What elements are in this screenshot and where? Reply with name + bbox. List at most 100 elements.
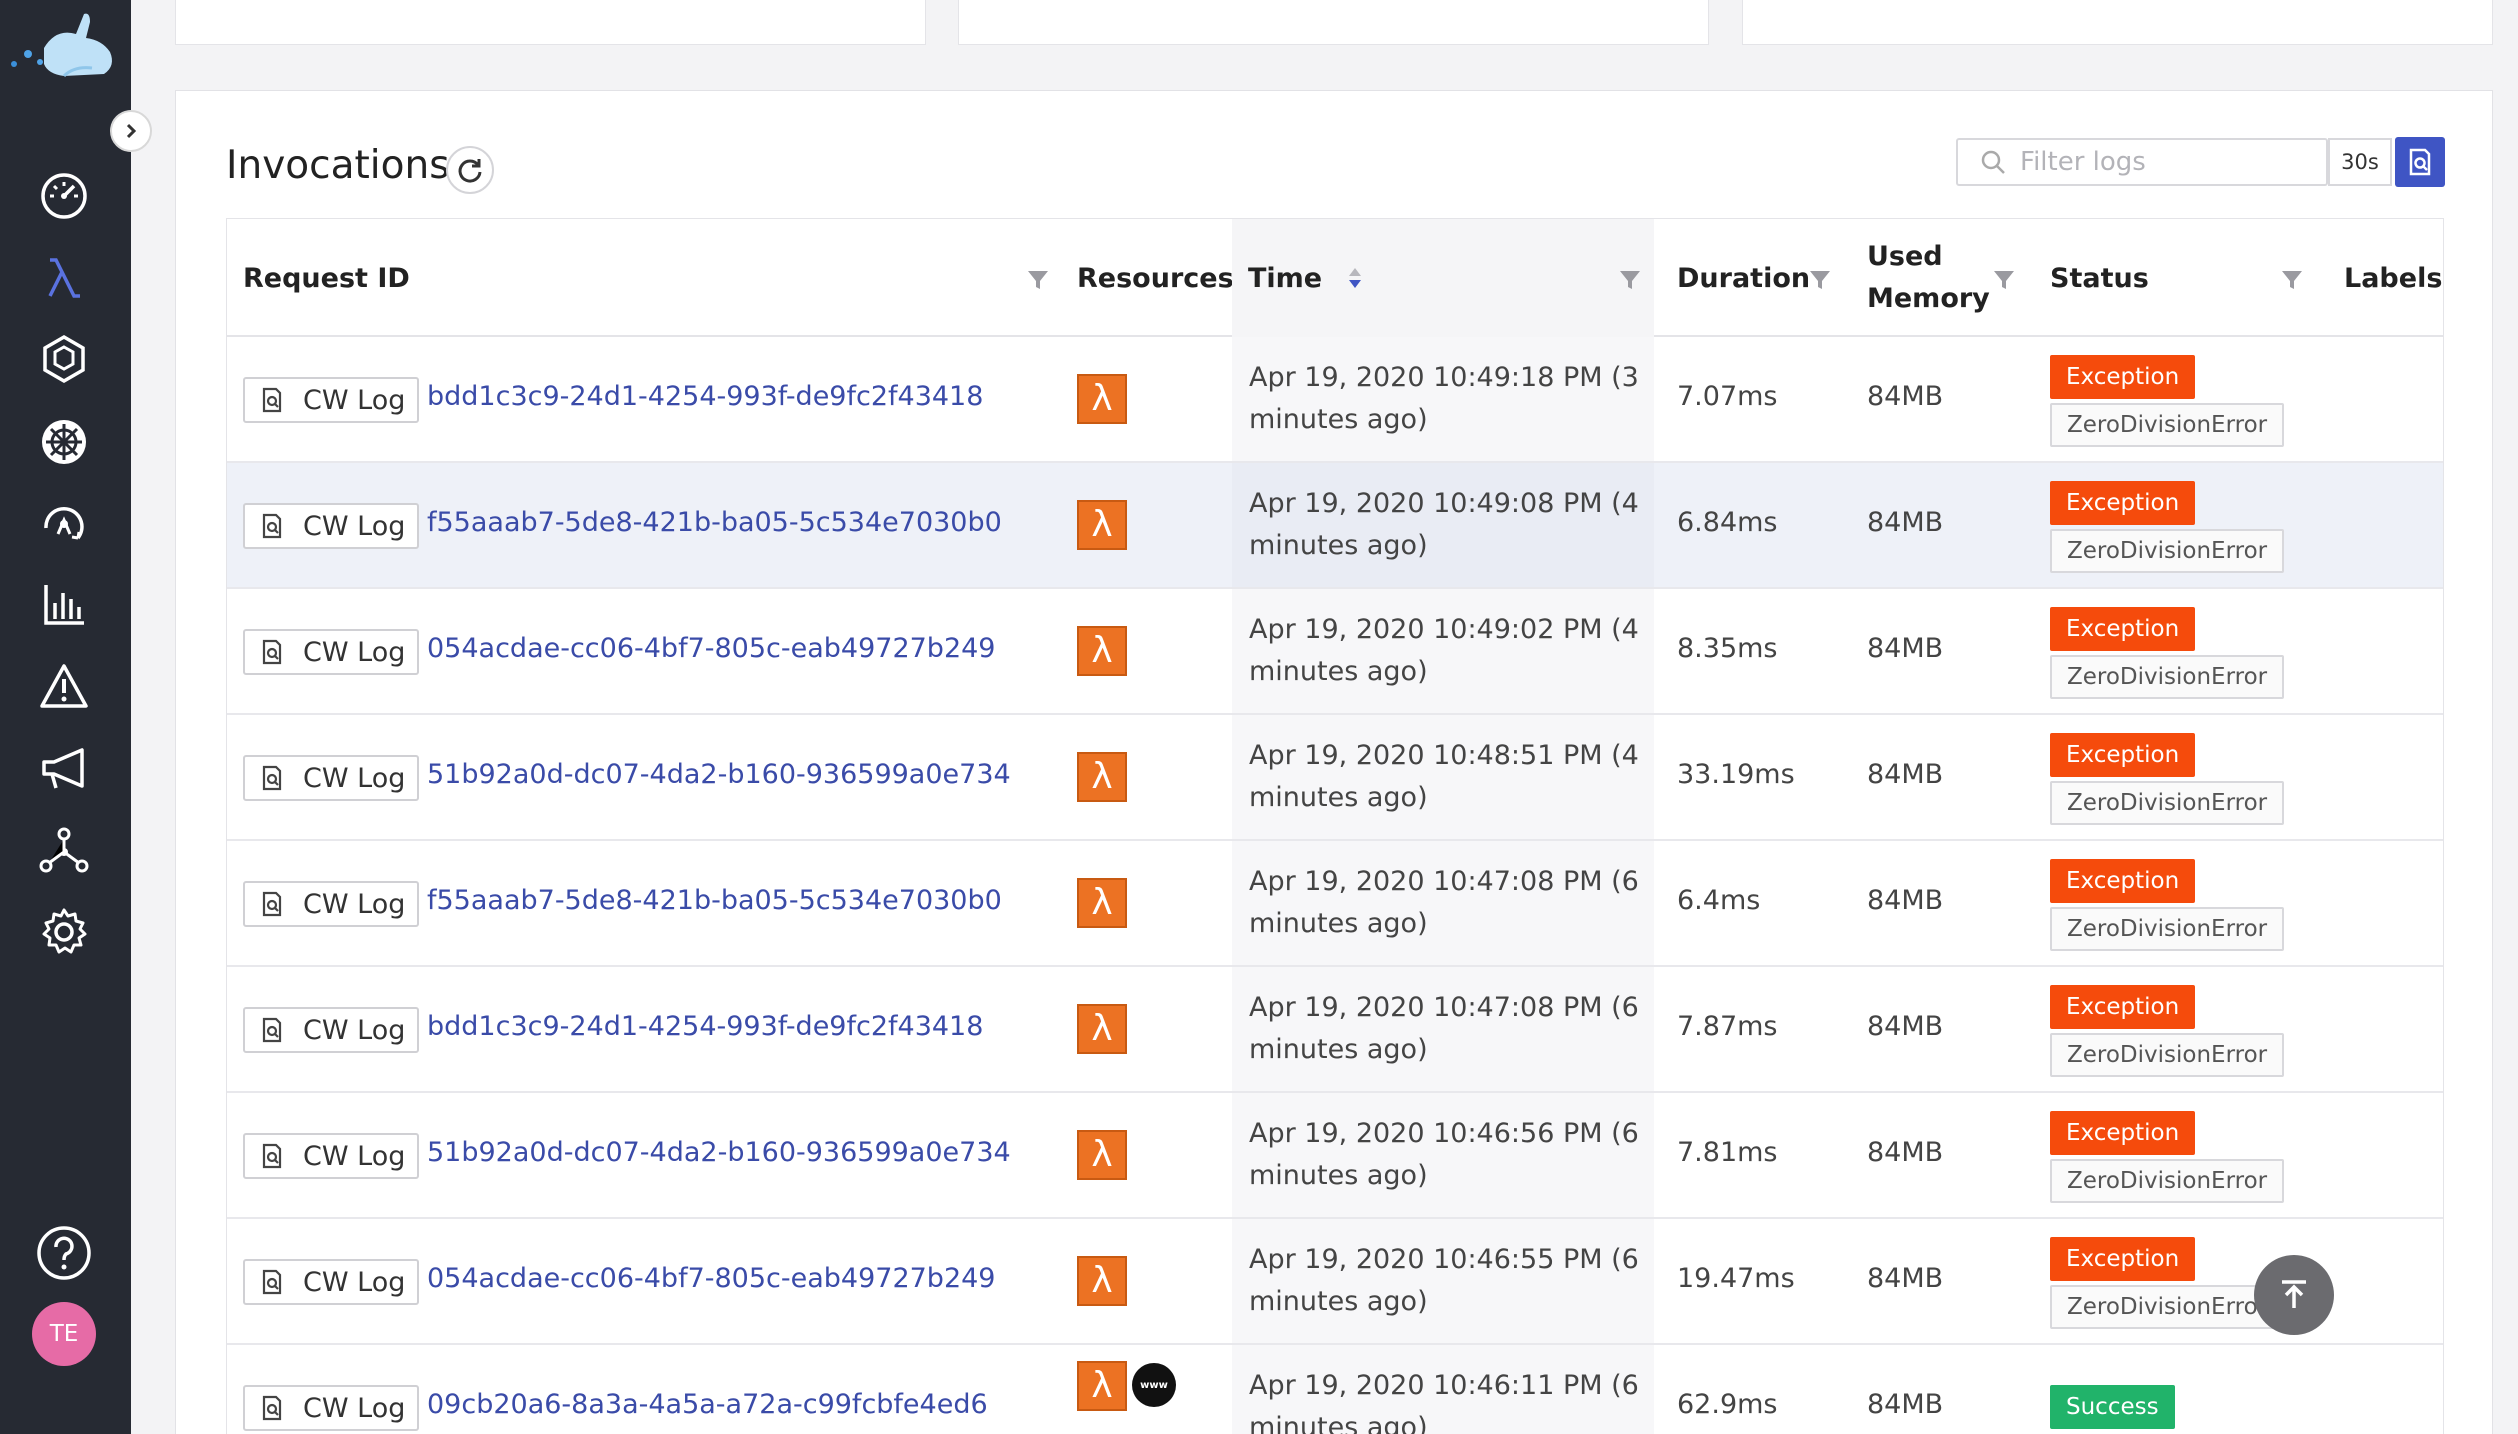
- table-row[interactable]: CW Log 51b92a0d-dc07-4da2-b160-936599a0e7…: [227, 715, 2443, 841]
- table-row[interactable]: CW Log bdd1c3c9-24d1-4254-993f-de9fc2f434…: [227, 967, 2443, 1093]
- error-type-tag[interactable]: ZeroDivisionError: [2050, 403, 2285, 447]
- request-id-link[interactable]: 09cb20a6-8a3a-4a5a-a72a-c99fcbfe4ed6: [427, 1389, 988, 1420]
- request-id-link[interactable]: 054acdae-cc06-4bf7-805c-eab49727b249: [427, 1263, 995, 1294]
- column-header-request-id[interactable]: Request ID: [243, 219, 410, 337]
- filter-funnel-icon[interactable]: [1993, 269, 2015, 291]
- request-id-link[interactable]: bdd1c3c9-24d1-4254-993f-de9fc2f43418: [427, 381, 983, 412]
- lambda-resource-icon[interactable]: λ: [1077, 1004, 1127, 1054]
- status-badge[interactable]: Exception: [2050, 1237, 2196, 1281]
- lambda-resource-icon[interactable]: λ: [1077, 1256, 1127, 1306]
- summary-card: [958, 0, 1709, 45]
- request-id-link[interactable]: f55aaab7-5de8-421b-ba05-5c534e7030b0: [427, 885, 1002, 916]
- memory-cell: 84MB: [1867, 1263, 1944, 1294]
- cw-log-button[interactable]: CW Log: [243, 1007, 419, 1053]
- duration-cell: 33.19ms: [1677, 759, 1795, 790]
- lambda-resource-icon[interactable]: λ: [1077, 1130, 1127, 1180]
- filter-funnel-icon[interactable]: [1619, 269, 1641, 291]
- cw-log-button[interactable]: CW Log: [243, 1133, 419, 1179]
- error-type-tag[interactable]: ZeroDivisionError: [2050, 529, 2285, 573]
- lambda-resource-icon[interactable]: λ: [1077, 1361, 1127, 1411]
- page-title: Invocations: [226, 143, 450, 188]
- status-badge[interactable]: Exception: [2050, 859, 2196, 903]
- status-badge[interactable]: Exception: [2050, 355, 2196, 399]
- cw-log-label: CW Log: [303, 510, 406, 542]
- table-row[interactable]: CW Log 054acdae-cc06-4bf7-805c-eab49727b2…: [227, 589, 2443, 715]
- lambda-resource-icon[interactable]: λ: [1077, 374, 1127, 424]
- log-search-icon: [262, 639, 282, 665]
- filter-funnel-icon[interactable]: [1809, 269, 1831, 291]
- sidebar-item-alerts[interactable]: [36, 659, 92, 715]
- request-id-link[interactable]: f55aaab7-5de8-421b-ba05-5c534e7030b0: [427, 507, 1002, 538]
- table-row[interactable]: CW Log f55aaab7-5de8-421b-ba05-5c534e7030…: [227, 841, 2443, 967]
- error-type-tag[interactable]: ZeroDivisionError: [2050, 781, 2285, 825]
- table-row[interactable]: CW Log f55aaab7-5de8-421b-ba05-5c534e7030…: [227, 463, 2443, 589]
- cw-log-button[interactable]: CW Log: [243, 881, 419, 927]
- error-type-tag[interactable]: ZeroDivisionError: [2050, 1033, 2285, 1077]
- scroll-to-top-button[interactable]: [2254, 1255, 2334, 1335]
- table-row[interactable]: CW Log 51b92a0d-dc07-4da2-b160-936599a0e7…: [227, 1093, 2443, 1219]
- request-id-link[interactable]: bdd1c3c9-24d1-4254-993f-de9fc2f43418: [427, 1011, 983, 1042]
- status-badge[interactable]: Success: [2050, 1385, 2175, 1429]
- column-header-resources: Resources: [1077, 262, 1234, 294]
- refresh-button[interactable]: [446, 146, 494, 194]
- sidebar-item-architecture[interactable]: [36, 496, 92, 552]
- sort-icon[interactable]: [1346, 265, 1364, 291]
- sidebar-item-announcements[interactable]: [36, 740, 92, 796]
- sidebar-item-settings[interactable]: [36, 904, 92, 960]
- status-badge[interactable]: Exception: [2050, 481, 2196, 525]
- sidebar-item-resources[interactable]: [36, 331, 92, 387]
- logo-icon[interactable]: [4, 8, 122, 84]
- table-row[interactable]: CW Log bdd1c3c9-24d1-4254-993f-de9fc2f434…: [227, 337, 2443, 463]
- filter-logs-input[interactable]: [2020, 147, 2300, 177]
- cw-log-button[interactable]: CW Log: [243, 377, 419, 423]
- live-tail-button[interactable]: [2395, 137, 2445, 187]
- cw-log-button[interactable]: CW Log: [243, 755, 419, 801]
- cw-log-button[interactable]: CW Log: [243, 1385, 419, 1431]
- sidebar-item-dashboard[interactable]: [36, 168, 92, 224]
- sidebar-item-functions[interactable]: [36, 250, 92, 306]
- error-type-tag[interactable]: ZeroDivisionError: [2050, 1159, 2285, 1203]
- time-cell: Apr 19, 2020 10:46:56 PM (6 minutes ago): [1249, 1118, 1639, 1191]
- table-header: Request ID Resources Time Duration Used …: [227, 219, 2443, 337]
- cw-log-button[interactable]: CW Log: [243, 503, 419, 549]
- sidebar-item-metrics[interactable]: [36, 577, 92, 633]
- www-resource-icon[interactable]: www: [1132, 1363, 1176, 1407]
- help-button[interactable]: [36, 1225, 92, 1281]
- memory-cell: 84MB: [1867, 633, 1944, 664]
- filter-funnel-icon[interactable]: [1027, 269, 1049, 291]
- sidebar-collapse-button[interactable]: [110, 110, 152, 152]
- refresh-interval-select[interactable]: 30s: [2328, 138, 2392, 186]
- status-badge[interactable]: Exception: [2050, 985, 2196, 1029]
- lambda-icon: [48, 258, 80, 298]
- status-badge[interactable]: Exception: [2050, 733, 2196, 777]
- duration-cell: 19.47ms: [1677, 1263, 1795, 1294]
- column-header-used-memory[interactable]: Used Memory: [1867, 219, 1990, 337]
- error-type-tag[interactable]: ZeroDivisionError: [2050, 907, 2285, 951]
- column-header-duration[interactable]: Duration: [1677, 219, 1810, 337]
- column-header-status[interactable]: Status: [2050, 219, 2149, 337]
- lambda-resource-icon[interactable]: λ: [1077, 626, 1127, 676]
- table-row[interactable]: CW Log 09cb20a6-8a3a-4a5a-a72a-c99fcbfe4e…: [227, 1345, 2443, 1434]
- table-row[interactable]: CW Log 054acdae-cc06-4bf7-805c-eab49727b2…: [227, 1219, 2443, 1345]
- memory-cell: 84MB: [1867, 1389, 1944, 1420]
- arrow-up-icon: [2282, 1280, 2306, 1308]
- cw-log-button[interactable]: CW Log: [243, 1259, 419, 1305]
- filter-funnel-icon[interactable]: [2281, 269, 2303, 291]
- status-badge[interactable]: Exception: [2050, 607, 2196, 651]
- sidebar-item-kubernetes[interactable]: [36, 414, 92, 470]
- filter-logs-field[interactable]: [1956, 138, 2328, 186]
- error-type-tag[interactable]: ZeroDivisionError: [2050, 1285, 2285, 1329]
- time-cell: Apr 19, 2020 10:47:08 PM (6 minutes ago): [1249, 992, 1639, 1065]
- column-header-time[interactable]: Time: [1232, 219, 1654, 337]
- lambda-resource-icon[interactable]: λ: [1077, 752, 1127, 802]
- error-type-tag[interactable]: ZeroDivisionError: [2050, 655, 2285, 699]
- status-badge[interactable]: Exception: [2050, 1111, 2196, 1155]
- lambda-resource-icon[interactable]: λ: [1077, 878, 1127, 928]
- lambda-resource-icon[interactable]: λ: [1077, 500, 1127, 550]
- avatar[interactable]: TE: [32, 1302, 96, 1366]
- sidebar-item-integrations[interactable]: [36, 822, 92, 878]
- request-id-link[interactable]: 51b92a0d-dc07-4da2-b160-936599a0e734: [427, 1137, 1011, 1168]
- cw-log-button[interactable]: CW Log: [243, 629, 419, 675]
- request-id-link[interactable]: 51b92a0d-dc07-4da2-b160-936599a0e734: [427, 759, 1011, 790]
- request-id-link[interactable]: 054acdae-cc06-4bf7-805c-eab49727b249: [427, 633, 995, 664]
